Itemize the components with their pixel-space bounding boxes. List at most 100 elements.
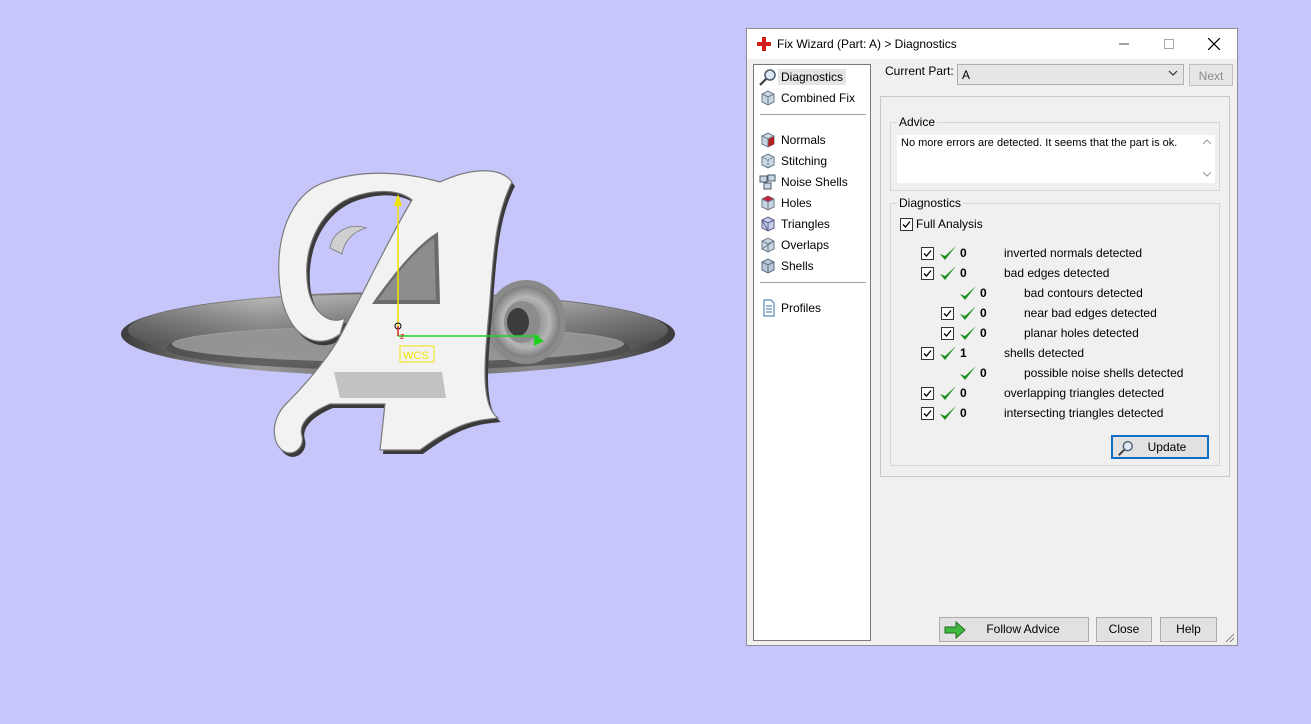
diag-count: 1	[960, 346, 967, 360]
green-check-icon	[940, 246, 956, 260]
normals-cube-icon	[761, 131, 775, 148]
diag-row-checkbox[interactable]	[921, 267, 934, 280]
nav-label-stitching: Stitching	[781, 153, 828, 168]
nav-item-diagnostics[interactable]: Diagnostics	[758, 67, 866, 86]
diagnostics-group-title: Diagnostics	[897, 196, 964, 210]
scroll-down-icon[interactable]	[1203, 171, 1211, 177]
diag-count: 0	[960, 266, 967, 280]
magnifier-icon	[759, 68, 776, 86]
nav-label-holes: Holes	[781, 195, 812, 210]
resize-grip-icon[interactable]	[1225, 633, 1235, 643]
diag-row-checkbox[interactable]	[921, 407, 934, 420]
nav-item-noise-shells[interactable]: Noise Shells	[758, 172, 866, 191]
green-check-icon	[960, 366, 976, 380]
maximize-icon	[1164, 39, 1174, 49]
diag-count: 0	[980, 286, 987, 300]
green-check-icon	[940, 346, 956, 360]
nav-label-profiles: Profiles	[781, 300, 822, 315]
diag-count: 0	[960, 386, 967, 400]
advice-text: No more errors are detected. It seems th…	[901, 137, 1178, 149]
advice-group-title: Advice	[897, 115, 938, 129]
minimize-button[interactable]	[1109, 33, 1139, 55]
checkmark-icon	[902, 221, 911, 228]
window-title: Fix Wizard (Part: A) > Diagnostics	[777, 37, 957, 51]
cube-icon	[761, 89, 775, 106]
full-analysis-checkbox[interactable]	[900, 218, 913, 231]
document-icon	[763, 299, 775, 316]
next-button: Next	[1189, 64, 1233, 86]
nav-label-combined-fix: Combined Fix	[781, 90, 856, 105]
fix-wizard-window: Fix Wizard (Part: A) > Diagnostics Diagn…	[746, 28, 1238, 646]
full-analysis-label: Full Analysis	[916, 217, 983, 231]
diagnostics-group: Diagnostics Full Analysis 0 inverted nor…	[890, 196, 1220, 466]
checkmark-icon	[943, 310, 952, 317]
nav-label-triangles: Triangles	[781, 216, 830, 231]
3d-viewport[interactable]: z WCS	[0, 0, 740, 724]
nav-item-stitching[interactable]: Stitching	[758, 151, 866, 170]
diag-label: bad contours detected	[1024, 286, 1143, 300]
green-check-icon	[960, 326, 976, 340]
diag-count: 0	[960, 406, 967, 420]
chevron-down-icon	[1168, 70, 1178, 76]
nav-item-combined-fix[interactable]: Combined Fix	[758, 88, 866, 107]
green-check-icon	[960, 306, 976, 320]
close-window-button[interactable]	[1199, 33, 1229, 55]
green-check-icon	[940, 406, 956, 420]
diag-label: shells detected	[1004, 346, 1085, 360]
diag-label: possible noise shells detected	[1024, 366, 1184, 380]
nav-item-holes[interactable]: Holes	[758, 193, 866, 212]
current-part-select[interactable]: A	[957, 64, 1184, 85]
maximize-button	[1154, 33, 1184, 55]
diag-row-checkbox[interactable]	[921, 247, 934, 260]
checkmark-icon	[923, 270, 932, 277]
ring-tube	[486, 280, 566, 364]
scroll-up-icon[interactable]	[1203, 139, 1211, 145]
nav-label-noise-shells: Noise Shells	[781, 174, 848, 189]
advice-group: Advice No more errors are detected. It s…	[890, 115, 1220, 191]
nav-item-shells[interactable]: Shells	[758, 256, 866, 275]
nav-item-triangles[interactable]: Triangles	[758, 214, 866, 233]
diag-label: intersecting triangles detected	[1004, 406, 1164, 420]
wcs-label: WCS	[403, 350, 429, 362]
diag-row-checkbox[interactable]	[921, 347, 934, 360]
help-button[interactable]: Help	[1160, 617, 1217, 642]
nav-item-normals[interactable]: Normals	[758, 130, 866, 149]
nav-item-profiles[interactable]: Profiles	[758, 298, 866, 317]
checkmark-icon	[923, 350, 932, 357]
diag-row-checkbox[interactable]	[941, 307, 954, 320]
advice-textbox[interactable]: No more errors are detected. It seems th…	[897, 135, 1215, 183]
shells-cube-icon	[761, 257, 775, 274]
nav-label-diagnostics: Diagnostics	[778, 68, 847, 85]
holes-cube-icon	[761, 194, 775, 211]
letter-a-model	[273, 170, 515, 457]
current-part-value: A	[962, 68, 971, 82]
checkmark-icon	[923, 250, 932, 257]
update-button[interactable]: Update	[1111, 435, 1209, 459]
checkmark-icon	[943, 330, 952, 337]
checkmark-icon	[923, 410, 932, 417]
diag-count: 0	[980, 326, 987, 340]
current-part-label: Current Part:	[885, 64, 954, 78]
title-bar[interactable]: Fix Wizard (Part: A) > Diagnostics	[747, 29, 1237, 59]
triangles-cube-icon	[761, 215, 775, 232]
diag-row-checkbox[interactable]	[921, 387, 934, 400]
follow-advice-label: Follow Advice	[986, 622, 1060, 636]
nav-item-overlaps[interactable]: Overlaps	[758, 235, 866, 254]
wizard-nav-list: Diagnostics Combined Fix Normals Stitchi…	[753, 64, 871, 641]
diag-label: inverted normals detected	[1004, 246, 1143, 260]
diag-label: bad edges detected	[1004, 266, 1110, 280]
diag-label: planar holes detected	[1024, 326, 1139, 340]
diagnostics-panel: Advice No more errors are detected. It s…	[880, 96, 1230, 477]
minimize-icon	[1119, 43, 1129, 45]
close-icon	[1207, 37, 1221, 51]
checkmark-icon	[923, 390, 932, 397]
green-arrow-right-icon	[944, 621, 966, 639]
stitching-cube-icon	[761, 152, 775, 169]
green-check-icon	[960, 286, 976, 300]
nav-label-normals: Normals	[781, 132, 826, 147]
follow-advice-button[interactable]: Follow Advice	[939, 617, 1089, 642]
close-button[interactable]: Close	[1096, 617, 1152, 642]
noise-shells-icon	[759, 174, 776, 189]
diag-row-checkbox[interactable]	[941, 327, 954, 340]
magnifier-icon	[1118, 441, 1133, 456]
